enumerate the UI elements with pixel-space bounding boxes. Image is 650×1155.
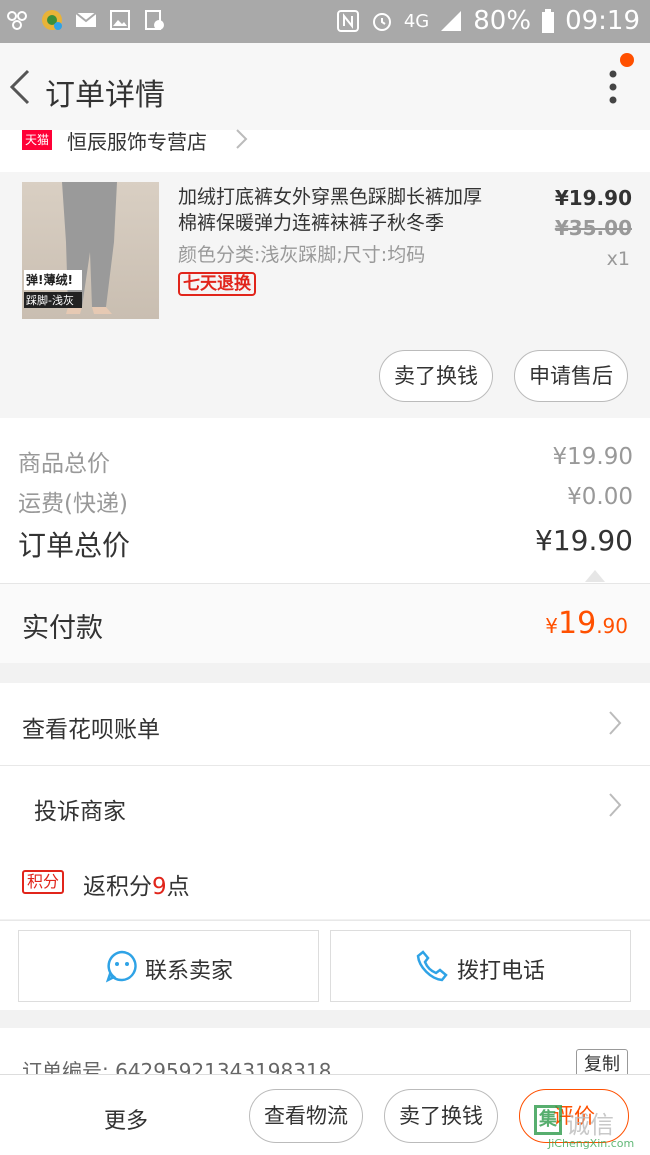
original-price: ¥35.00: [554, 216, 632, 240]
calendar-icon: [145, 10, 164, 30]
contact-seller-button[interactable]: 联系卖家: [18, 930, 319, 1002]
divider: [0, 920, 650, 921]
more-menu-icon[interactable]: [606, 69, 620, 105]
store-name: 恒辰服饰专营店: [67, 130, 207, 154]
watermark: 集 诚信 JiChengXin.com: [534, 1105, 646, 1153]
battery-percent: 80%: [473, 6, 532, 36]
view-logistics-button[interactable]: 查看物流: [249, 1089, 363, 1143]
view-huabei-bill[interactable]: 查看花呗账单: [22, 710, 160, 744]
paid-label: 实付款: [22, 613, 103, 644]
chevron-right-icon: [236, 129, 248, 149]
points-prefix: 返积分: [83, 874, 152, 900]
order-total-value: ¥19.90: [535, 524, 633, 557]
product-thumbnail[interactable]: 弹!薄绒! 踩脚-浅灰: [22, 182, 159, 319]
signal-icon: [441, 11, 462, 31]
apply-aftersale-button[interactable]: 申请售后: [514, 350, 628, 402]
order-total-label: 订单总价: [18, 529, 131, 562]
paid-amount: ¥19.90: [545, 606, 628, 641]
status-bar: 4G 80% 09:19: [0, 0, 650, 43]
product-price: ¥19.90: [554, 186, 632, 210]
price-summary: 商品总价 ¥19.90 运费(快递) ¥0.00 订单总价 ¥19.90: [0, 418, 650, 583]
tmall-badge: 天猫: [22, 130, 52, 150]
contact-seller-label: 联系卖家: [145, 959, 234, 984]
product-sku: 颜色分类:浅灰踩脚;尺寸:均码: [178, 244, 426, 266]
network-type: 4G: [403, 10, 430, 32]
product-card[interactable]: 弹!薄绒! 踩脚-浅灰 加绒打底裤女外穿黑色踩脚长裤加厚棉裤保暖弹力连裤袜裤子秋…: [0, 172, 650, 418]
points-rebate: 返积分9点: [83, 867, 190, 901]
shipping-label: 运费(快递): [18, 491, 128, 517]
watermark-logo: 集: [534, 1105, 562, 1135]
alarm-icon: [372, 13, 391, 31]
call-phone-button[interactable]: 拨打电话: [330, 930, 631, 1002]
paid-integer: 19: [558, 606, 597, 641]
sell-for-cash-button[interactable]: 卖了换钱: [379, 350, 493, 402]
points-suffix: 点: [166, 874, 190, 900]
goods-total-label: 商品总价: [18, 451, 110, 477]
mail-icon: [75, 12, 97, 27]
chevron-right-icon[interactable]: [608, 792, 622, 818]
currency-symbol: ¥: [545, 614, 558, 638]
more-button[interactable]: 更多: [104, 1103, 148, 1135]
paid-decimal: .90: [596, 614, 628, 638]
shipping-value: ¥0.00: [567, 484, 633, 510]
product-quantity: x1: [606, 248, 630, 270]
sell-for-cash-bottom-button[interactable]: 卖了换钱: [384, 1089, 498, 1143]
watermark-url: JiChengXin.com: [548, 1137, 635, 1150]
phone-icon: [416, 950, 448, 982]
gallery-icon: [110, 10, 130, 30]
call-phone-label: 拨打电话: [457, 959, 546, 984]
chat-face-icon: [105, 950, 137, 983]
nfc-icon: [336, 10, 359, 32]
watermark-text: 诚信: [566, 1111, 614, 1139]
store-row[interactable]: 天猫 恒辰服饰专营店: [0, 129, 650, 172]
back-arrow-icon[interactable]: [6, 67, 36, 107]
caret-up-icon: [585, 570, 605, 582]
app-header: 订单详情: [0, 43, 650, 130]
thumb-caption: 弹!薄绒!: [26, 273, 73, 287]
divider: [0, 765, 650, 766]
page-title: 订单详情: [45, 78, 165, 113]
notification-dot: [620, 53, 634, 67]
battery-icon: [542, 9, 555, 33]
chevron-right-icon[interactable]: [608, 710, 622, 736]
points-badge: 积分: [22, 870, 64, 894]
goods-total-value: ¥19.90: [552, 444, 633, 470]
system-icons: 4G 80% 09:19: [336, 6, 640, 36]
thumb-caption-2: 踩脚-浅灰: [26, 294, 74, 307]
complain-seller[interactable]: 投诉商家: [34, 792, 126, 826]
map-app-icon: [42, 10, 62, 30]
points-value: 9: [152, 874, 167, 900]
app-icon: [7, 11, 27, 30]
return-policy-tag: 七天退换: [178, 272, 256, 296]
paid-amount-row: 实付款 ¥19.90: [0, 583, 650, 663]
notification-icons: [6, 8, 166, 32]
clock: 09:19: [565, 6, 640, 36]
product-name: 加绒打底裤女外穿黑色踩脚长裤加厚棉裤保暖弹力连裤袜裤子秋冬季: [178, 186, 483, 234]
